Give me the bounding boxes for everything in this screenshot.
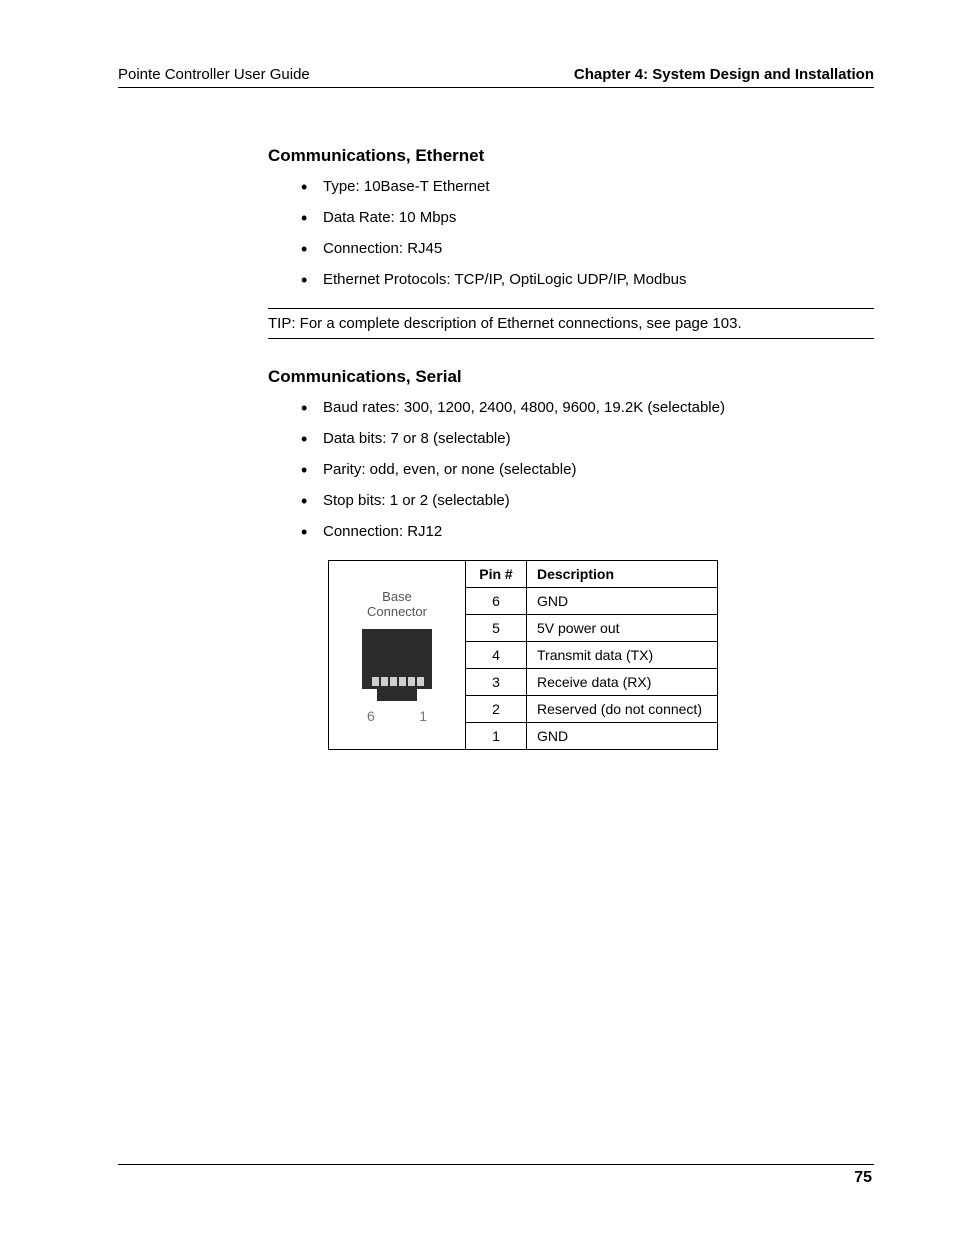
list-item: Baud rates: 300, 1200, 2400, 4800, 9600,… (323, 397, 874, 418)
list-item: Connection: RJ45 (323, 238, 874, 259)
pin-table: Base Connector 6 (328, 560, 718, 750)
list-item: Data Rate: 10 Mbps (323, 207, 874, 228)
page-number: 75 (854, 1169, 872, 1187)
heading-ethernet: Communications, Ethernet (268, 146, 874, 166)
page-header: Pointe Controller User Guide Chapter 4: … (118, 66, 874, 88)
table-header-desc: Description (527, 561, 718, 588)
cell-desc: 5V power out (527, 615, 718, 642)
list-item: Ethernet Protocols: TCP/IP, OptiLogic UD… (323, 269, 874, 290)
list-item: Connection: RJ12 (323, 521, 874, 542)
connector-diagram-cell: Base Connector 6 (329, 561, 466, 750)
list-item: Data bits: 7 or 8 (selectable) (323, 428, 874, 449)
header-right: Chapter 4: System Design and Installatio… (574, 66, 874, 83)
cell-pin: 4 (466, 642, 527, 669)
list-item: Stop bits: 1 or 2 (selectable) (323, 490, 874, 511)
footer-rule (118, 1164, 874, 1165)
header-left: Pointe Controller User Guide (118, 66, 310, 83)
cell-pin: 2 (466, 696, 527, 723)
heading-serial: Communications, Serial (268, 367, 874, 387)
cell-pin: 5 (466, 615, 527, 642)
rj12-connector-icon (357, 624, 437, 706)
connector-pin-numbers: 6 1 (367, 708, 427, 724)
cell-pin: 6 (466, 588, 527, 615)
cell-desc: Receive data (RX) (527, 669, 718, 696)
cell-desc: GND (527, 723, 718, 750)
cell-desc: Transmit data (TX) (527, 642, 718, 669)
cell-desc: GND (527, 588, 718, 615)
list-item: Parity: odd, even, or none (selectable) (323, 459, 874, 480)
serial-bullet-list: Baud rates: 300, 1200, 2400, 4800, 9600,… (268, 397, 874, 542)
connector-label: Base Connector (339, 590, 455, 620)
cell-desc: Reserved (do not connect) (527, 696, 718, 723)
ethernet-bullet-list: Type: 10Base-T Ethernet Data Rate: 10 Mb… (268, 176, 874, 290)
table-header-pin: Pin # (466, 561, 527, 588)
list-item: Type: 10Base-T Ethernet (323, 176, 874, 197)
cell-pin: 1 (466, 723, 527, 750)
cell-pin: 3 (466, 669, 527, 696)
tip-box: TIP: For a complete description of Ether… (268, 308, 874, 339)
tip-text: TIP: For a complete description of Ether… (268, 315, 742, 332)
